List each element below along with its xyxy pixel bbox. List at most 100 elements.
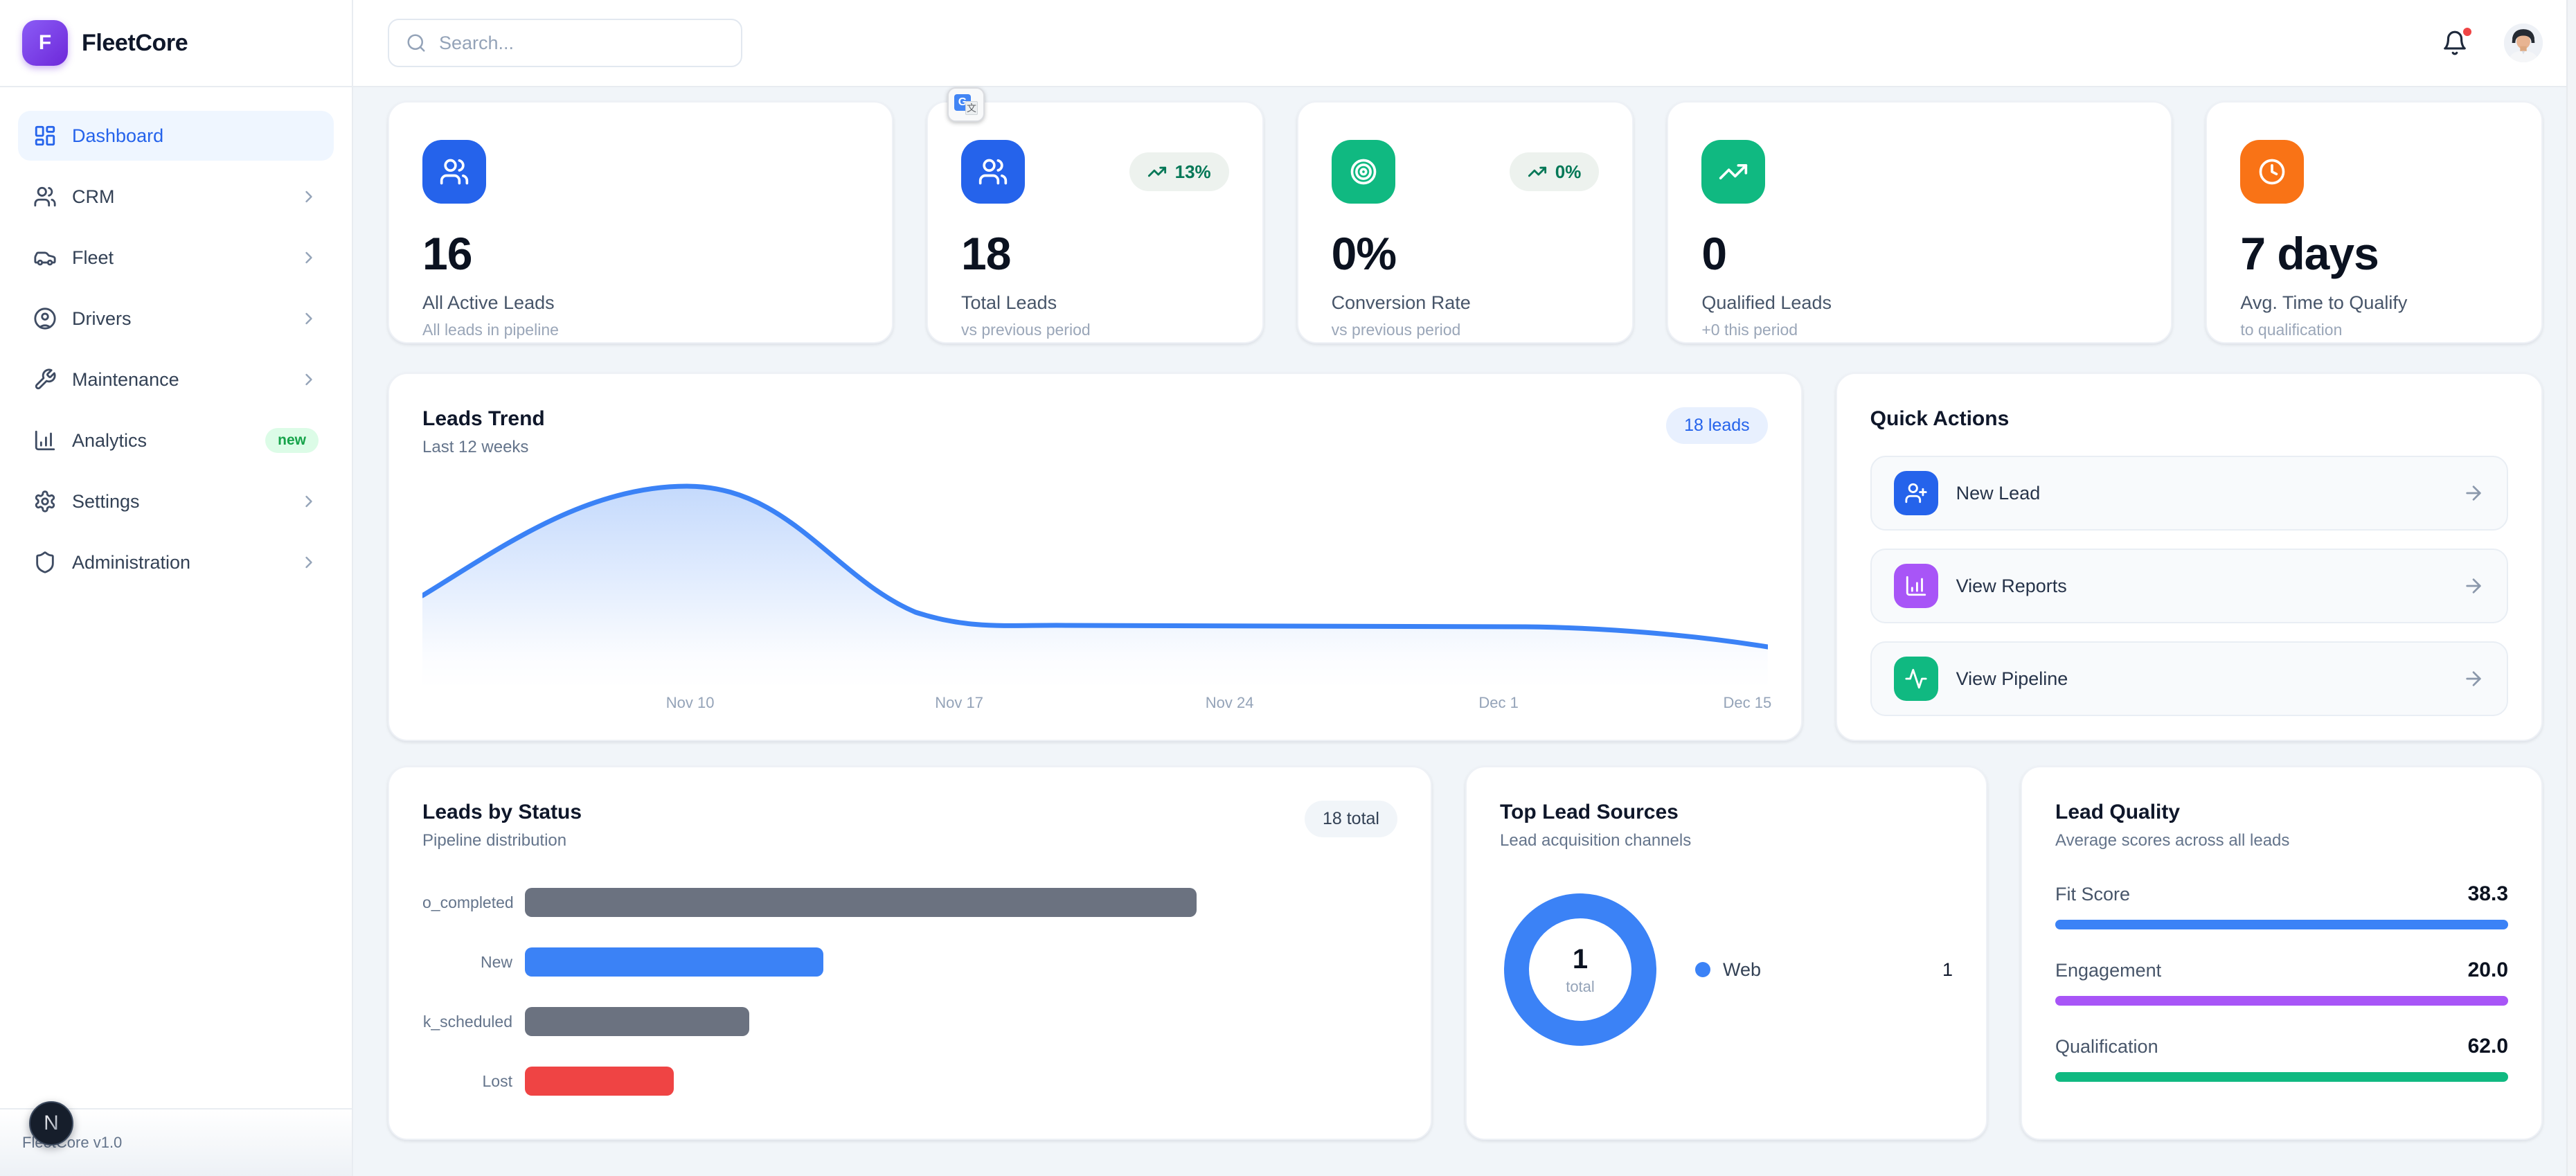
x-tick: Nov 10 — [666, 694, 715, 712]
legend-label: Web — [1723, 959, 1761, 981]
stat-sublabel: vs previous period — [961, 321, 1229, 339]
target-icon — [1332, 140, 1395, 204]
sidebar-item-label: Dashboard — [72, 125, 319, 147]
dashboard-icon — [33, 124, 57, 148]
sidebar-item-fleet[interactable]: Fleet — [18, 233, 334, 283]
bar-label: Lost — [422, 1072, 525, 1091]
fleetcore-dashboard: F FleetCore Dashboard CRM — [0, 0, 2576, 1176]
bar-label: New — [422, 953, 525, 972]
legend-item-web: Web 1 — [1695, 959, 1953, 981]
quick-actions-card: Quick Actions New Lead — [1836, 373, 2543, 741]
card-title: Leads by Status — [422, 801, 582, 824]
sidebar-item-drivers[interactable]: Drivers — [18, 294, 334, 344]
users-icon — [422, 140, 486, 204]
metric-value: 62.0 — [2468, 1035, 2508, 1058]
sidebar-item-label: Analytics — [72, 430, 250, 452]
google-translate-extension-button[interactable]: G 文 — [947, 87, 985, 122]
new-badge: new — [265, 428, 319, 453]
topbar-right — [2442, 24, 2543, 62]
sidebar-item-dashboard[interactable]: Dashboard — [18, 111, 334, 161]
metric-engagement: Engagement 20.0 — [2055, 959, 2508, 1006]
avatar[interactable] — [2504, 24, 2543, 62]
bar-row: o_completed — [422, 888, 1397, 917]
quick-action-label: View Pipeline — [1956, 668, 2444, 690]
bar — [525, 888, 1197, 917]
card-subtitle: Last 12 weeks — [422, 438, 545, 457]
donut-total-label: total — [1566, 978, 1595, 996]
bar-row: New — [422, 947, 1397, 977]
sidebar-item-label: Fleet — [72, 247, 284, 269]
car-icon — [33, 246, 57, 269]
card-subtitle: Pipeline distribution — [422, 831, 582, 850]
brand: F FleetCore — [0, 0, 352, 87]
shield-icon — [33, 551, 57, 574]
metric-label: Fit Score — [2055, 884, 2130, 905]
leads-trend-card: Leads Trend Last 12 weeks 18 leads — [388, 373, 1803, 741]
stat-sublabel: vs previous period — [1332, 321, 1600, 339]
sidebar-item-label: CRM — [72, 186, 284, 208]
stat-label: Avg. Time to Qualify — [2240, 292, 2508, 314]
sidebar-item-label: Administration — [72, 552, 284, 573]
quick-action-new-lead[interactable]: New Lead — [1870, 456, 2508, 531]
status-bar-chart: o_completed New k_scheduled Lost — [422, 888, 1397, 1096]
notifications-button[interactable] — [2442, 30, 2468, 56]
nextjs-dev-badge[interactable]: N — [29, 1101, 73, 1146]
metric-label: Engagement — [2055, 960, 2161, 981]
sidebar: F FleetCore Dashboard CRM — [0, 0, 353, 1176]
sidebar-item-settings[interactable]: Settings — [18, 476, 334, 526]
search-input[interactable] — [439, 33, 724, 54]
sidebar-item-label: Settings — [72, 491, 284, 513]
clock-icon — [2240, 140, 2304, 204]
brand-initial: F — [39, 31, 51, 55]
top-bar — [353, 0, 2576, 87]
quick-action-view-pipeline[interactable]: View Pipeline — [1870, 641, 2508, 716]
x-tick: Nov 17 — [935, 694, 983, 712]
metric-bar — [2055, 920, 2508, 929]
search-icon — [406, 33, 427, 53]
sidebar-footer: N FleetCore v1.0 — [0, 1108, 352, 1176]
brand-name: FleetCore — [82, 30, 188, 57]
stat-sublabel: to qualification — [2240, 321, 2508, 339]
bar-chart-icon — [33, 429, 57, 452]
leads-count-badge: 18 leads — [1666, 407, 1768, 444]
stat-value: 16 — [422, 227, 859, 280]
sidebar-item-maintenance[interactable]: Maintenance — [18, 355, 334, 404]
chevron-right-icon — [299, 309, 319, 328]
bar — [525, 1007, 749, 1036]
bar — [525, 947, 823, 977]
google-translate-icon: G 文 — [954, 94, 978, 115]
stat-card-conversion-rate: 0% 0% Conversion Rate vs previous period — [1297, 101, 1634, 344]
sidebar-item-analytics[interactable]: Analytics new — [18, 416, 334, 465]
trending-up-icon — [1147, 162, 1167, 181]
quick-action-view-reports[interactable]: View Reports — [1870, 549, 2508, 623]
stat-card-total-leads: 13% 18 Total Leads vs previous period — [927, 101, 1264, 344]
legend-dot — [1695, 962, 1710, 977]
bar-label: k_scheduled — [422, 1013, 525, 1031]
card-title: Quick Actions — [1870, 407, 2508, 431]
metric-bar — [2055, 1072, 2508, 1082]
window-scrollbar[interactable] — [2566, 0, 2576, 1176]
legend-value: 1 — [1942, 959, 1953, 981]
donut-total-value: 1 — [1573, 944, 1588, 975]
metric-bar — [2055, 996, 2508, 1006]
sidebar-item-label: Maintenance — [72, 369, 284, 391]
sidebar-item-crm[interactable]: CRM — [18, 172, 334, 222]
stat-label: Total Leads — [961, 292, 1229, 314]
stat-sublabel: +0 this period — [1701, 321, 2138, 339]
stat-label: Qualified Leads — [1701, 292, 2138, 314]
stat-value: 0 — [1701, 227, 2138, 280]
metric-label: Qualification — [2055, 1036, 2158, 1058]
donut-chart: 1 total — [1500, 889, 1661, 1050]
bar-row: Lost — [422, 1067, 1397, 1096]
sidebar-item-administration[interactable]: Administration — [18, 537, 334, 587]
sidebar-item-label: Drivers — [72, 308, 284, 330]
sidebar-nav: Dashboard CRM Fleet Driver — [0, 87, 352, 587]
dashboard-content: 16 All Active Leads All leads in pipelin… — [353, 87, 2576, 1176]
users-icon — [961, 140, 1025, 204]
bar-chart-icon — [1894, 564, 1938, 608]
total-badge: 18 total — [1305, 801, 1397, 837]
search-box[interactable] — [388, 19, 742, 67]
x-tick: Nov 24 — [1206, 694, 1254, 712]
card-title: Top Lead Sources — [1500, 801, 1953, 824]
arrow-right-icon — [2462, 668, 2485, 690]
